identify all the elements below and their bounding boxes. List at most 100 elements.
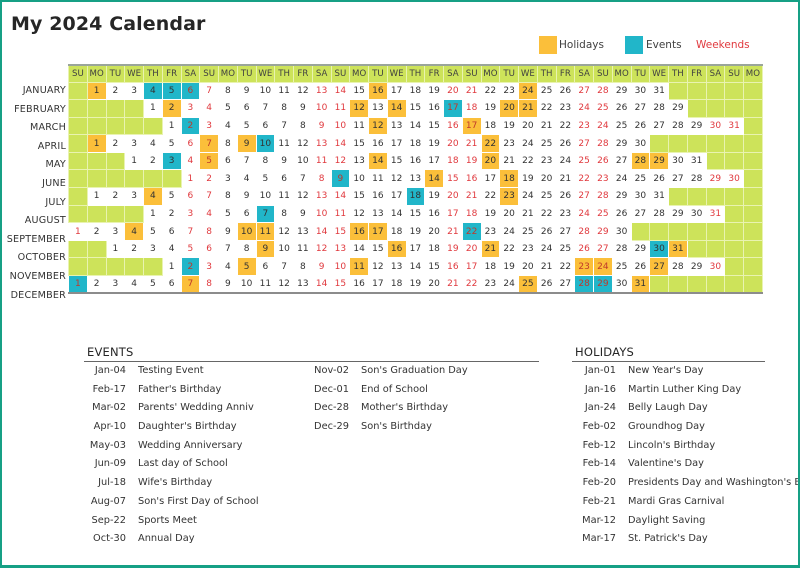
day-cell[interactable]: 29 bbox=[686, 116, 707, 136]
day-cell[interactable]: 15 bbox=[405, 99, 426, 118]
day-cell[interactable]: 9 bbox=[236, 187, 257, 206]
day-cell[interactable]: 10 bbox=[349, 169, 369, 189]
day-cell[interactable]: 22 bbox=[480, 187, 501, 206]
day-cell[interactable]: 12 bbox=[330, 151, 351, 171]
day-cell[interactable]: 28 bbox=[611, 239, 632, 259]
day-cell[interactable]: 15 bbox=[405, 204, 426, 224]
holiday-day-cell[interactable]: 17 bbox=[461, 116, 482, 136]
event-day-cell[interactable]: 17 bbox=[443, 99, 463, 118]
day-cell[interactable]: 1 bbox=[105, 239, 126, 259]
event-day-cell[interactable]: 30 bbox=[649, 239, 669, 259]
day-cell[interactable]: 21 bbox=[443, 275, 463, 294]
day-cell[interactable]: 9 bbox=[293, 204, 313, 224]
day-cell[interactable]: 24 bbox=[536, 239, 557, 259]
day-cell[interactable]: 27 bbox=[555, 222, 576, 241]
day-cell[interactable]: 13 bbox=[311, 187, 332, 206]
day-cell[interactable]: 6 bbox=[236, 99, 257, 118]
day-cell[interactable]: 12 bbox=[293, 187, 313, 206]
day-cell[interactable]: 30 bbox=[611, 275, 632, 294]
day-cell[interactable]: 22 bbox=[480, 81, 501, 101]
holiday-day-cell[interactable]: 20 bbox=[499, 99, 519, 118]
day-cell[interactable]: 24 bbox=[611, 169, 632, 189]
day-cell[interactable]: 17 bbox=[386, 134, 407, 153]
holiday-day-cell[interactable]: 5 bbox=[199, 151, 219, 171]
day-cell[interactable]: 2 bbox=[105, 187, 126, 206]
holiday-day-cell[interactable]: 14 bbox=[386, 99, 407, 118]
day-cell[interactable]: 25 bbox=[536, 81, 557, 101]
day-cell[interactable]: 26 bbox=[555, 134, 576, 153]
day-cell[interactable]: 19 bbox=[405, 222, 426, 241]
day-cell[interactable]: 12 bbox=[293, 81, 313, 101]
day-cell[interactable]: 20 bbox=[424, 275, 444, 294]
day-cell[interactable]: 26 bbox=[555, 81, 576, 101]
day-cell[interactable]: 25 bbox=[536, 134, 557, 153]
holiday-day-cell[interactable]: 22 bbox=[480, 134, 501, 153]
day-cell[interactable]: 30 bbox=[611, 222, 632, 241]
day-cell[interactable]: 20 bbox=[536, 169, 557, 189]
day-cell[interactable]: 18 bbox=[405, 134, 426, 153]
day-cell[interactable]: 7 bbox=[218, 239, 238, 259]
day-cell[interactable]: 10 bbox=[236, 275, 257, 294]
day-cell[interactable]: 27 bbox=[593, 239, 613, 259]
day-cell[interactable]: 1 bbox=[86, 187, 107, 206]
day-cell[interactable]: 18 bbox=[480, 257, 501, 277]
day-cell[interactable]: 20 bbox=[443, 187, 463, 206]
holiday-day-cell[interactable]: 18 bbox=[499, 169, 519, 189]
holiday-day-cell[interactable]: 28 bbox=[630, 151, 651, 171]
day-cell[interactable]: 23 bbox=[536, 151, 557, 171]
day-cell[interactable]: 4 bbox=[236, 169, 257, 189]
holiday-day-cell[interactable]: 20 bbox=[480, 151, 501, 171]
day-cell[interactable]: 19 bbox=[424, 134, 444, 153]
event-day-cell[interactable]: 9 bbox=[330, 169, 351, 189]
holiday-day-cell[interactable]: 4 bbox=[143, 187, 163, 206]
day-cell[interactable]: 15 bbox=[368, 239, 388, 259]
day-cell[interactable]: 27 bbox=[574, 134, 594, 153]
day-cell[interactable]: 9 bbox=[311, 257, 332, 277]
day-cell[interactable]: 23 bbox=[593, 169, 613, 189]
day-cell[interactable]: 2 bbox=[124, 239, 144, 259]
day-cell[interactable]: 26 bbox=[611, 99, 632, 118]
day-cell[interactable]: 16 bbox=[443, 257, 463, 277]
day-cell[interactable]: 17 bbox=[461, 257, 482, 277]
day-cell[interactable]: 22 bbox=[499, 239, 519, 259]
day-cell[interactable]: 31 bbox=[705, 204, 726, 224]
day-cell[interactable]: 9 bbox=[236, 81, 257, 101]
day-cell[interactable]: 31 bbox=[686, 151, 707, 171]
day-cell[interactable]: 18 bbox=[386, 275, 407, 294]
day-cell[interactable]: 16 bbox=[461, 169, 482, 189]
day-cell[interactable]: 16 bbox=[443, 116, 463, 136]
day-cell[interactable]: 4 bbox=[218, 116, 238, 136]
holiday-day-cell[interactable]: 25 bbox=[518, 275, 538, 294]
day-cell[interactable]: 29 bbox=[668, 99, 688, 118]
day-cell[interactable]: 21 bbox=[536, 116, 557, 136]
day-cell[interactable]: 30 bbox=[630, 134, 651, 153]
day-cell[interactable]: 6 bbox=[180, 187, 201, 206]
day-cell[interactable]: 30 bbox=[630, 81, 651, 101]
day-cell[interactable]: 5 bbox=[236, 116, 257, 136]
day-cell[interactable]: 25 bbox=[518, 222, 538, 241]
event-day-cell[interactable]: 2 bbox=[180, 257, 201, 277]
day-cell[interactable]: 7 bbox=[274, 116, 294, 136]
day-cell[interactable]: 10 bbox=[330, 116, 351, 136]
day-cell[interactable]: 6 bbox=[236, 204, 257, 224]
day-cell[interactable]: 23 bbox=[480, 275, 501, 294]
day-cell[interactable]: 19 bbox=[405, 275, 426, 294]
day-cell[interactable]: 14 bbox=[330, 134, 351, 153]
day-cell[interactable]: 16 bbox=[405, 151, 426, 171]
day-cell[interactable]: 3 bbox=[105, 275, 126, 294]
day-cell[interactable]: 4 bbox=[180, 151, 201, 171]
day-cell[interactable]: 21 bbox=[461, 187, 482, 206]
day-cell[interactable]: 29 bbox=[668, 204, 688, 224]
day-cell[interactable]: 8 bbox=[274, 204, 294, 224]
day-cell[interactable]: 4 bbox=[124, 275, 144, 294]
day-cell[interactable]: 3 bbox=[105, 222, 126, 241]
day-cell[interactable]: 19 bbox=[518, 169, 538, 189]
day-cell[interactable]: 11 bbox=[255, 275, 276, 294]
day-cell[interactable]: 10 bbox=[311, 99, 332, 118]
day-cell[interactable]: 24 bbox=[518, 134, 538, 153]
day-cell[interactable]: 23 bbox=[555, 204, 576, 224]
day-cell[interactable]: 12 bbox=[368, 257, 388, 277]
day-cell[interactable]: 13 bbox=[368, 204, 388, 224]
day-cell[interactable]: 14 bbox=[311, 222, 332, 241]
day-cell[interactable]: 24 bbox=[499, 222, 519, 241]
